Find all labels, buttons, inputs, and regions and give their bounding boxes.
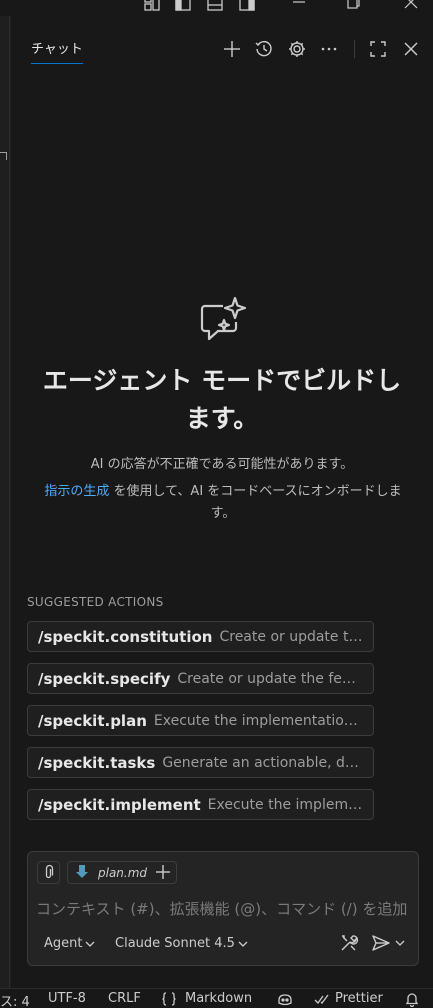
suggested-action-command: /speckit.tasks — [38, 753, 156, 772]
suggested-action-command: /speckit.specify — [38, 669, 171, 688]
mode-label: Agent — [44, 936, 83, 951]
add-file-plus-icon[interactable] — [153, 861, 173, 883]
status-eol[interactable]: CRLF — [108, 991, 141, 1006]
copilot-icon[interactable] — [276, 990, 294, 1008]
suggested-action-tasks[interactable]: /speckit.tasks Generate an actionable, d… — [27, 747, 374, 778]
layout-icon[interactable] — [143, 0, 161, 12]
attach-context-button[interactable] — [37, 861, 60, 884]
send-options-chevron-icon[interactable] — [395, 938, 407, 950]
close-icon[interactable] — [400, 38, 422, 60]
toggle-panel-icon[interactable] — [206, 0, 224, 12]
markdown-file-icon — [75, 864, 89, 880]
new-chat-plus-icon[interactable] — [221, 38, 243, 60]
mode-picker[interactable]: Agent — [44, 936, 95, 951]
suggested-actions-heading: SUGGESTED ACTIONS — [27, 595, 164, 609]
scroll-marker — [0, 152, 7, 160]
header-divider — [354, 40, 355, 58]
suggested-action-command: /speckit.implement — [38, 795, 201, 814]
paperclip-icon — [45, 864, 54, 879]
suggested-action-constitution[interactable]: /speckit.constitution Create or update t… — [27, 621, 374, 652]
status-bar: ス: 4 UTF-8 CRLF Markdown Prettier — [0, 988, 433, 1008]
attached-file-chip[interactable]: plan.md — [67, 861, 177, 884]
suggested-action-command: /speckit.plan — [38, 711, 147, 730]
editor-area-edge — [0, 16, 10, 988]
model-picker[interactable]: Claude Sonnet 4.5 — [115, 936, 248, 951]
chat-panel: チャット エージェント モードでビルドします。 AI の応答が不正確である可能性… — [11, 16, 433, 988]
more-icon[interactable] — [318, 38, 340, 60]
suggested-action-description: Create or update the feature specificati… — [177, 670, 363, 687]
history-icon[interactable] — [253, 38, 275, 60]
send-icon[interactable] — [369, 932, 393, 954]
chat-header: チャット — [11, 34, 433, 66]
chat-sparkle-icon — [197, 294, 249, 346]
suggested-action-command: /speckit.constitution — [38, 627, 213, 646]
minimize-icon[interactable] — [290, 0, 308, 12]
suggested-action-description: Execute the implementation planning work… — [153, 712, 363, 729]
suggested-actions-list: /speckit.constitution Create or update t… — [27, 621, 374, 831]
toggle-primary-sidebar-icon[interactable] — [174, 0, 192, 12]
generate-instructions-link[interactable]: 指示の生成 — [44, 484, 109, 499]
toggle-secondary-sidebar-icon[interactable] — [238, 0, 256, 12]
tab-chat[interactable]: チャット — [31, 38, 83, 64]
chevron-down-icon — [238, 939, 248, 949]
model-label: Claude Sonnet 4.5 — [115, 936, 235, 951]
vscode-window: チャット エージェント モードでビルドします。 AI の応答が不正確である可能性… — [0, 0, 433, 1008]
attached-file-name: plan.md — [98, 866, 148, 880]
tools-icon[interactable] — [338, 932, 360, 954]
chat-input-box: plan.md Agent Claude Sonnet 4.5 — [27, 851, 419, 966]
ai-disclaimer: AI の応答が不正確である可能性があります。 — [90, 457, 354, 472]
status-indentation[interactable]: ス: 4 — [0, 991, 30, 1008]
suggested-action-description: Execute the implementation plan — [207, 796, 363, 813]
chevron-down-icon — [85, 939, 95, 949]
suggested-action-description: Create or update the project constitutio… — [219, 628, 363, 645]
check-all-icon — [313, 990, 331, 1008]
onboarding-hint-text: を使用して、AI をコードベースにオンボードします。 — [109, 484, 402, 521]
close-window-icon[interactable] — [402, 0, 420, 12]
restore-icon[interactable] — [344, 0, 362, 12]
gear-icon[interactable] — [286, 38, 308, 60]
status-formatter[interactable]: Prettier — [335, 991, 383, 1006]
suggested-action-implement[interactable]: /speckit.implement Execute the implement… — [27, 789, 374, 820]
braces-icon — [160, 990, 178, 1008]
status-language[interactable]: Markdown — [185, 991, 252, 1006]
maximize-icon[interactable] — [367, 38, 389, 60]
status-encoding[interactable]: UTF-8 — [48, 991, 86, 1006]
title-bar — [0, 0, 433, 16]
suggested-action-specify[interactable]: /speckit.specify Create or update the fe… — [27, 663, 374, 694]
welcome-title: エージェント モードでビルドします。 — [42, 366, 402, 433]
onboarding-hint: 指示の生成 を使用して、AI をコードベースにオンボードします。 — [41, 481, 405, 525]
suggested-action-plan[interactable]: /speckit.plan Execute the implementation… — [27, 705, 374, 736]
chat-input[interactable] — [36, 898, 412, 920]
bell-icon[interactable] — [403, 990, 421, 1008]
suggested-action-description: Generate an actionable, dependency-order… — [162, 754, 363, 771]
